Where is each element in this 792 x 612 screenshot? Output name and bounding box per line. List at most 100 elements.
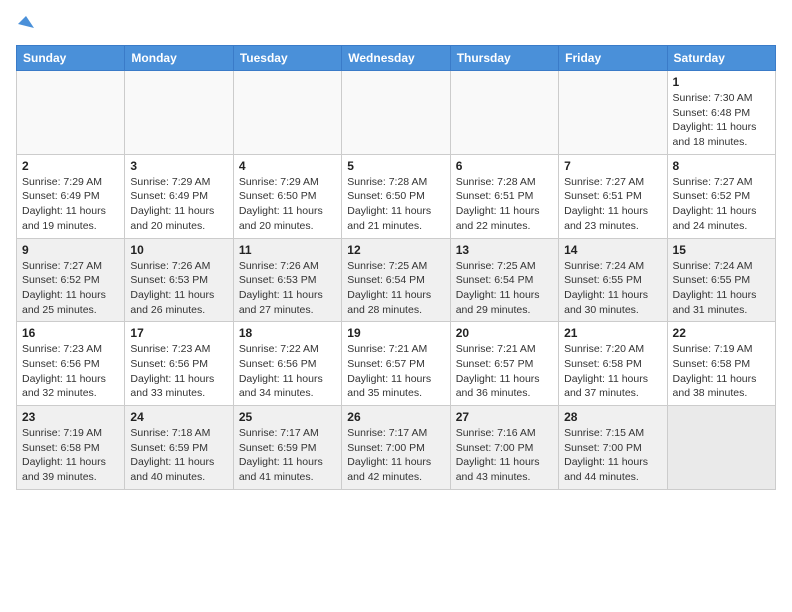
calendar-day-cell: 7 Sunrise: 7:27 AMSunset: 6:51 PMDaylight…	[559, 154, 667, 238]
calendar-day-cell: 13 Sunrise: 7:25 AMSunset: 6:54 PMDayligh…	[450, 238, 558, 322]
day-info: Sunrise: 7:29 AMSunset: 6:49 PMDaylight:…	[130, 175, 227, 234]
day-number: 3	[130, 159, 227, 173]
day-info: Sunrise: 7:29 AMSunset: 6:49 PMDaylight:…	[22, 175, 119, 234]
day-number: 24	[130, 410, 227, 424]
calendar-day-cell	[17, 71, 125, 155]
calendar-day-cell: 8 Sunrise: 7:27 AMSunset: 6:52 PMDaylight…	[667, 154, 775, 238]
day-number: 7	[564, 159, 661, 173]
calendar-day-cell: 6 Sunrise: 7:28 AMSunset: 6:51 PMDaylight…	[450, 154, 558, 238]
column-header-sunday: Sunday	[17, 46, 125, 71]
day-number: 2	[22, 159, 119, 173]
column-header-saturday: Saturday	[667, 46, 775, 71]
day-info: Sunrise: 7:26 AMSunset: 6:53 PMDaylight:…	[239, 259, 336, 318]
day-number: 23	[22, 410, 119, 424]
calendar-day-cell: 21Sunrise: 7:20 AMSunset: 6:58 PMDayligh…	[559, 322, 667, 406]
day-number: 9	[22, 243, 119, 257]
calendar-day-cell: 10 Sunrise: 7:26 AMSunset: 6:53 PMDayligh…	[125, 238, 233, 322]
day-info: Sunrise: 7:27 AMSunset: 6:51 PMDaylight:…	[564, 175, 661, 234]
calendar-day-cell: 16 Sunrise: 7:23 AMSunset: 6:56 PMDayligh…	[17, 322, 125, 406]
calendar-day-cell: 15 Sunrise: 7:24 AMSunset: 6:55 PMDayligh…	[667, 238, 775, 322]
day-info: Sunrise: 7:25 AMSunset: 6:54 PMDaylight:…	[347, 259, 444, 318]
day-info: Sunrise: 7:23 AMSunset: 6:56 PMDaylight:…	[22, 342, 119, 401]
day-info: Sunrise: 7:24 AMSunset: 6:55 PMDaylight:…	[564, 259, 661, 318]
day-number: 20	[456, 326, 553, 340]
calendar-week-row: 16 Sunrise: 7:23 AMSunset: 6:56 PMDayligh…	[17, 322, 776, 406]
day-info: Sunrise: 7:21 AMSunset: 6:57 PMDaylight:…	[456, 342, 553, 401]
calendar-day-cell: 25 Sunrise: 7:17 AMSunset: 6:59 PMDayligh…	[233, 406, 341, 490]
calendar-day-cell: 9 Sunrise: 7:27 AMSunset: 6:52 PMDaylight…	[17, 238, 125, 322]
day-number: 25	[239, 410, 336, 424]
logo-bird-icon	[18, 14, 34, 30]
calendar-day-cell: 23 Sunrise: 7:19 AMSunset: 6:58 PMDayligh…	[17, 406, 125, 490]
day-number: 6	[456, 159, 553, 173]
calendar-day-cell: 17 Sunrise: 7:23 AMSunset: 6:56 PMDayligh…	[125, 322, 233, 406]
day-number: 17	[130, 326, 227, 340]
day-number: 11	[239, 243, 336, 257]
calendar-day-cell: 19 Sunrise: 7:21 AMSunset: 6:57 PMDayligh…	[342, 322, 450, 406]
page-header	[16, 16, 776, 37]
calendar-day-cell: 18 Sunrise: 7:22 AMSunset: 6:56 PMDayligh…	[233, 322, 341, 406]
calendar-day-cell: 14 Sunrise: 7:24 AMSunset: 6:55 PMDayligh…	[559, 238, 667, 322]
day-info: Sunrise: 7:19 AMSunset: 6:58 PMDaylight:…	[22, 426, 119, 485]
column-header-wednesday: Wednesday	[342, 46, 450, 71]
day-number: 14	[564, 243, 661, 257]
day-number: 13	[456, 243, 553, 257]
calendar-day-cell: 28 Sunrise: 7:15 AMSunset: 7:00 PMDayligh…	[559, 406, 667, 490]
calendar-day-cell: 2 Sunrise: 7:29 AMSunset: 6:49 PMDaylight…	[17, 154, 125, 238]
day-number: 22	[673, 326, 770, 340]
calendar-week-row: 9 Sunrise: 7:27 AMSunset: 6:52 PMDaylight…	[17, 238, 776, 322]
day-info: Sunrise: 7:25 AMSunset: 6:54 PMDaylight:…	[456, 259, 553, 318]
day-info: Sunrise: 7:28 AMSunset: 6:51 PMDaylight:…	[456, 175, 553, 234]
calendar-day-cell	[342, 71, 450, 155]
day-number: 16	[22, 326, 119, 340]
day-info: Sunrise: 7:26 AMSunset: 6:53 PMDaylight:…	[130, 259, 227, 318]
day-info: Sunrise: 7:19 AMSunset: 6:58 PMDaylight:…	[673, 342, 770, 401]
day-number: 27	[456, 410, 553, 424]
calendar-day-cell: 4 Sunrise: 7:29 AMSunset: 6:50 PMDaylight…	[233, 154, 341, 238]
logo	[16, 16, 34, 37]
day-number: 10	[130, 243, 227, 257]
calendar-day-cell: 20 Sunrise: 7:21 AMSunset: 6:57 PMDayligh…	[450, 322, 558, 406]
calendar-day-cell: 24 Sunrise: 7:18 AMSunset: 6:59 PMDayligh…	[125, 406, 233, 490]
day-info: Sunrise: 7:21 AMSunset: 6:57 PMDaylight:…	[347, 342, 444, 401]
calendar-week-row: 1Sunrise: 7:30 AMSunset: 6:48 PMDaylight…	[17, 71, 776, 155]
calendar-table: SundayMondayTuesdayWednesdayThursdayFrid…	[16, 45, 776, 490]
day-number: 18	[239, 326, 336, 340]
day-number: 12	[347, 243, 444, 257]
calendar-day-cell: 26 Sunrise: 7:17 AMSunset: 7:00 PMDayligh…	[342, 406, 450, 490]
day-number: 21	[564, 326, 661, 340]
day-info: Sunrise: 7:15 AMSunset: 7:00 PMDaylight:…	[564, 426, 661, 485]
calendar-day-cell: 5 Sunrise: 7:28 AMSunset: 6:50 PMDaylight…	[342, 154, 450, 238]
day-number: 4	[239, 159, 336, 173]
day-info: Sunrise: 7:28 AMSunset: 6:50 PMDaylight:…	[347, 175, 444, 234]
calendar-day-cell: 12 Sunrise: 7:25 AMSunset: 6:54 PMDayligh…	[342, 238, 450, 322]
calendar-day-cell: 1Sunrise: 7:30 AMSunset: 6:48 PMDaylight…	[667, 71, 775, 155]
calendar-day-cell: 3 Sunrise: 7:29 AMSunset: 6:49 PMDaylight…	[125, 154, 233, 238]
day-info: Sunrise: 7:22 AMSunset: 6:56 PMDaylight:…	[239, 342, 336, 401]
day-number: 26	[347, 410, 444, 424]
day-number: 15	[673, 243, 770, 257]
day-info: Sunrise: 7:18 AMSunset: 6:59 PMDaylight:…	[130, 426, 227, 485]
column-header-tuesday: Tuesday	[233, 46, 341, 71]
day-info: Sunrise: 7:17 AMSunset: 7:00 PMDaylight:…	[347, 426, 444, 485]
day-info: Sunrise: 7:27 AMSunset: 6:52 PMDaylight:…	[673, 175, 770, 234]
column-header-friday: Friday	[559, 46, 667, 71]
calendar-day-cell: 22 Sunrise: 7:19 AMSunset: 6:58 PMDayligh…	[667, 322, 775, 406]
day-info: Sunrise: 7:27 AMSunset: 6:52 PMDaylight:…	[22, 259, 119, 318]
day-info: Sunrise: 7:16 AMSunset: 7:00 PMDaylight:…	[456, 426, 553, 485]
day-number: 5	[347, 159, 444, 173]
day-number: 28	[564, 410, 661, 424]
calendar-day-cell	[125, 71, 233, 155]
calendar-day-cell: 11 Sunrise: 7:26 AMSunset: 6:53 PMDayligh…	[233, 238, 341, 322]
day-info: Sunrise: 7:17 AMSunset: 6:59 PMDaylight:…	[239, 426, 336, 485]
day-info: Sunrise: 7:23 AMSunset: 6:56 PMDaylight:…	[130, 342, 227, 401]
day-number: 19	[347, 326, 444, 340]
column-header-thursday: Thursday	[450, 46, 558, 71]
calendar-header-row: SundayMondayTuesdayWednesdayThursdayFrid…	[17, 46, 776, 71]
calendar-day-cell	[667, 406, 775, 490]
day-info: Sunrise: 7:24 AMSunset: 6:55 PMDaylight:…	[673, 259, 770, 318]
day-number: 1	[673, 75, 770, 89]
day-info: Sunrise: 7:29 AMSunset: 6:50 PMDaylight:…	[239, 175, 336, 234]
calendar-day-cell	[233, 71, 341, 155]
day-number: 8	[673, 159, 770, 173]
